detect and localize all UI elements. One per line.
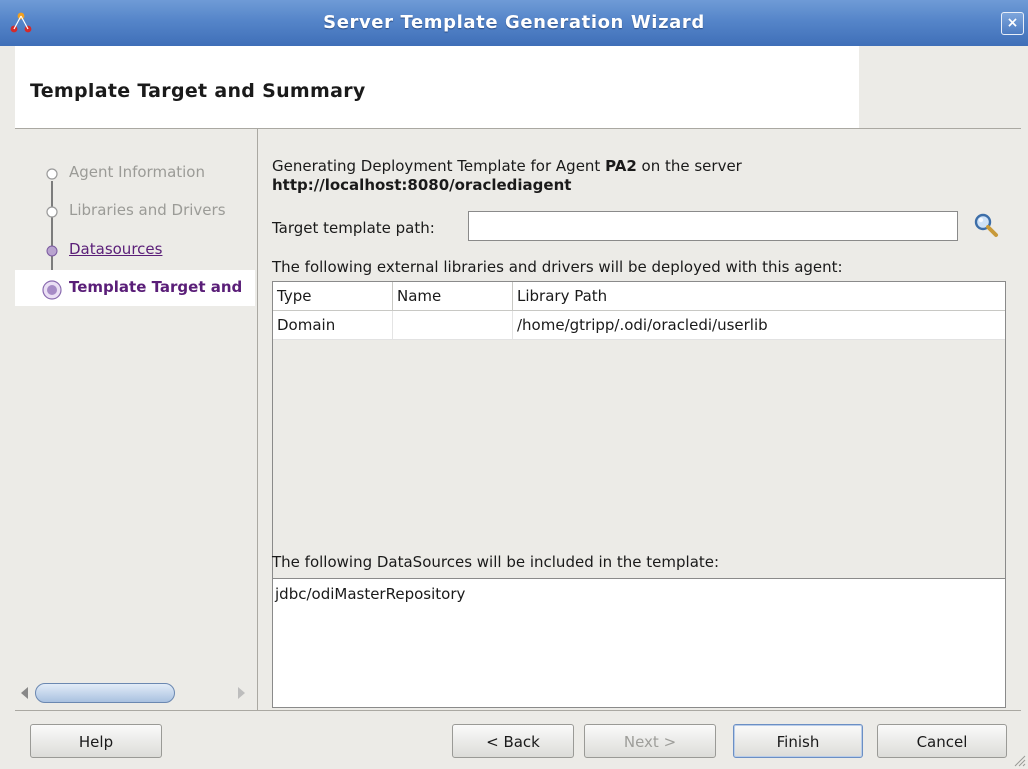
scrollbar-thumb[interactable] [35, 683, 175, 703]
window-title: Server Template Generation Wizard [323, 12, 705, 33]
close-button[interactable]: × [1001, 12, 1024, 35]
step-marker-icon [46, 245, 58, 257]
datasources-list: jdbc/odiMasterRepository [272, 578, 1006, 708]
resize-grip-icon[interactable] [1012, 753, 1026, 767]
help-button[interactable]: Help [30, 724, 162, 758]
wizard-steps-panel: Agent Information Libraries and Drivers … [15, 129, 258, 710]
main-content: Generating Deployment Template for Agent… [258, 129, 1021, 710]
nav-step-template-target[interactable]: Template Target and [15, 270, 255, 306]
scroll-right-arrow-icon[interactable] [238, 687, 245, 699]
back-button[interactable]: < Back [452, 724, 574, 758]
finish-button[interactable]: Finish [733, 724, 863, 758]
cell-library-path: /home/gtripp/.odi/oracledi/userlib [517, 316, 768, 334]
nav-step-agent-information[interactable]: Agent Information [15, 155, 255, 191]
scroll-left-arrow-icon[interactable] [21, 687, 28, 699]
intro-text: Generating Deployment Template for Agent… [272, 157, 742, 175]
target-path-label: Target template path: [272, 219, 435, 237]
column-header-library-path[interactable]: Library Path [513, 282, 1005, 310]
footer-divider [15, 710, 1021, 711]
nav-step-label: Template Target and [69, 278, 243, 296]
libraries-caption: The following external libraries and dri… [272, 258, 843, 276]
nav-step-datasources[interactable]: Datasources [15, 232, 255, 268]
server-url: http://localhost:8080/oraclediagent [272, 176, 572, 194]
next-button[interactable]: Next > [584, 724, 716, 758]
cancel-button[interactable]: Cancel [877, 724, 1007, 758]
nav-horizontal-scrollbar[interactable] [15, 681, 255, 705]
window-titlebar: Server Template Generation Wizard × [0, 0, 1028, 46]
nav-step-label: Agent Information [69, 163, 205, 181]
cell-type: Domain [273, 311, 393, 339]
table-row[interactable]: Domain /home/gtripp/.odi/oracledi/userli… [273, 311, 1005, 340]
column-header-type[interactable]: Type [273, 282, 393, 310]
column-header-name[interactable]: Name [393, 282, 513, 310]
list-item[interactable]: jdbc/odiMasterRepository [275, 585, 465, 603]
current-step-marker-icon [42, 280, 62, 300]
step-marker-icon [46, 206, 58, 218]
intro-prefix: Generating Deployment Template for Agent [272, 157, 606, 175]
cell-name [393, 311, 513, 339]
target-path-input[interactable] [468, 211, 958, 241]
nav-step-label: Libraries and Drivers [69, 201, 226, 219]
step-marker-icon [46, 168, 58, 180]
nav-step-label: Datasources [69, 240, 163, 258]
search-icon[interactable] [972, 211, 1000, 239]
intro-suffix: on the server [636, 157, 742, 175]
wizard-header: Template Target and Summary [0, 46, 1028, 128]
agent-name: PA2 [605, 157, 637, 175]
datasources-caption: The following DataSources will be includ… [272, 553, 720, 571]
page-title: Template Target and Summary [30, 80, 366, 102]
nav-step-libraries-and-drivers[interactable]: Libraries and Drivers [15, 193, 255, 229]
table-header: Type Name Library Path [273, 282, 1005, 311]
